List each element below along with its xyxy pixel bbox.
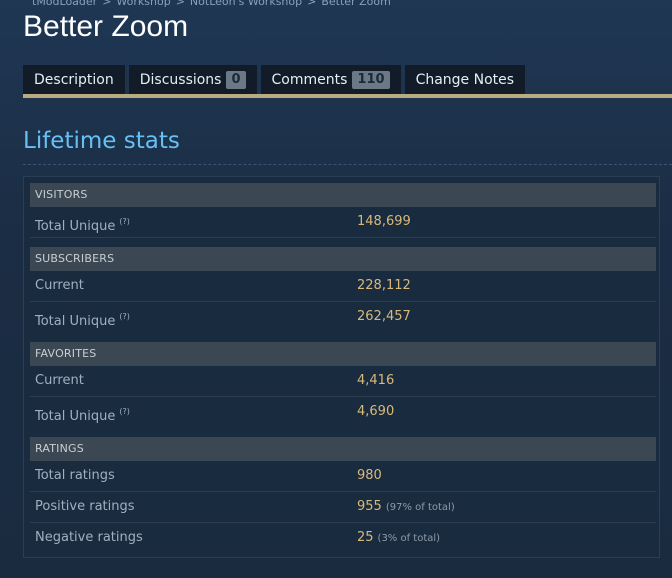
tab-label: Change Notes (415, 71, 515, 88)
stats-panel: VISITORS Total Unique (?) 148,699 SUBSCRI… (23, 176, 660, 558)
tab-change-notes[interactable]: Change Notes (404, 65, 526, 94)
breadcrumb: tModLoader > Workshop > NotLeon's Workshop > B… (32, 0, 391, 8)
favorites-header: FAVORITES (30, 342, 656, 366)
percent-of-total: (97% of total) (385, 502, 455, 513)
percent-of-total: (3% of total) (377, 533, 441, 544)
tab-discussions[interactable]: Discussions 0 (128, 65, 257, 94)
breadcrumb-item-workshop[interactable]: Workshop (116, 0, 170, 8)
tab-label: Description (34, 71, 114, 88)
help-tooltip-icon[interactable]: (?) (119, 407, 130, 416)
breadcrumb-item-author-workshop[interactable]: NotLeon's Workshop (190, 0, 302, 8)
stat-label: Positive ratings (35, 499, 135, 514)
stat-value: 228,112 (357, 278, 411, 293)
stat-value: 25 (3% of total) (357, 530, 441, 545)
breadcrumb-separator: > (307, 0, 317, 8)
ratings-positive-row: Positive ratings 955 (97% of total) (30, 492, 656, 523)
discussions-count-badge: 0 (226, 70, 246, 89)
ratings-negative-row: Negative ratings 25 (3% of total) (30, 523, 656, 553)
subscribers-total-unique-row: Total Unique (?) 262,457 (30, 302, 656, 332)
tab-label: Comments (271, 71, 348, 88)
stat-label: Current (35, 278, 84, 293)
breadcrumb-item-current[interactable]: Better Zoom (321, 0, 390, 8)
stat-label: Total Unique (?) (35, 217, 130, 234)
subscribers-header: SUBSCRIBERS (30, 247, 656, 271)
help-tooltip-icon[interactable]: (?) (119, 312, 130, 321)
stat-value: 4,416 (357, 373, 395, 388)
visitors-header: VISITORS (30, 183, 656, 207)
stat-value: 955 (97% of total) (357, 499, 455, 514)
ratings-header: RATINGS (30, 437, 656, 461)
page-title: Better Zoom (23, 10, 189, 43)
tab-label: Discussions (139, 71, 222, 88)
subscribers-current-row: Current 228,112 (30, 271, 656, 302)
tab-description[interactable]: Description (23, 65, 125, 94)
breadcrumb-item-tmodloader[interactable]: tModLoader (32, 0, 97, 8)
visitors-total-unique-row: Total Unique (?) 148,699 (30, 207, 656, 238)
stat-value: 980 (357, 468, 382, 483)
tab-comments[interactable]: Comments 110 (260, 65, 401, 94)
breadcrumb-separator: > (102, 0, 112, 8)
comments-count-badge: 110 (352, 70, 390, 89)
stat-label: Total Unique (?) (35, 407, 130, 424)
stat-label: Total ratings (35, 468, 115, 483)
breadcrumb-separator: > (175, 0, 185, 8)
section-title: Lifetime stats (23, 128, 180, 154)
favorites-current-row: Current 4,416 (30, 366, 656, 397)
tab-underline (23, 94, 672, 98)
stat-label: Total Unique (?) (35, 312, 130, 329)
help-tooltip-icon[interactable]: (?) (119, 217, 130, 226)
section-divider (23, 164, 672, 165)
ratings-total-row: Total ratings 980 (30, 461, 656, 492)
stat-value: 148,699 (357, 214, 411, 229)
favorites-total-unique-row: Total Unique (?) 4,690 (30, 397, 656, 427)
stat-value: 262,457 (357, 309, 411, 324)
stat-value: 4,690 (357, 404, 395, 419)
stat-label: Negative ratings (35, 530, 143, 545)
stat-label: Current (35, 373, 84, 388)
tab-bar: Description Discussions 0 Comments 110 C… (23, 65, 526, 95)
